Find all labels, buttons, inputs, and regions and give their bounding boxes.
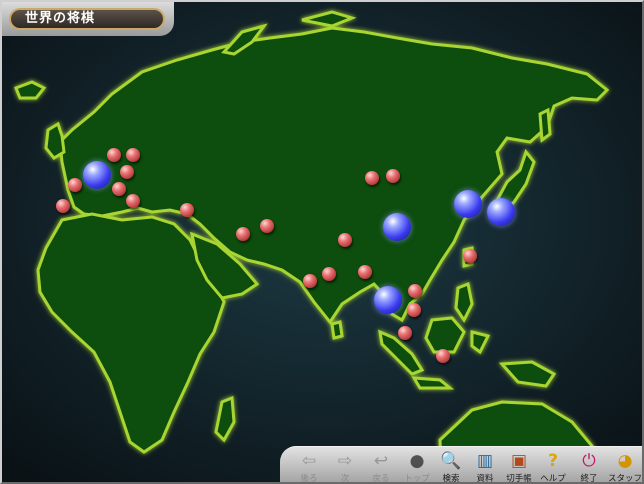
return-button[interactable]: ↩ 戻る [366, 450, 396, 482]
city-marker[interactable] [463, 249, 477, 263]
sakhalin-island [538, 107, 552, 143]
city-marker[interactable] [365, 171, 379, 185]
documents-button[interactable]: ▥ 資料 [470, 450, 500, 482]
forward-arrow-icon: ⇨ [337, 451, 353, 471]
city-marker[interactable] [112, 182, 126, 196]
quit-label: 終了 [580, 474, 598, 484]
staff-label: スタッフ [607, 474, 642, 484]
city-marker[interactable] [338, 233, 352, 247]
city-marker-major[interactable] [454, 190, 482, 218]
back-arrow-icon: ⇦ [301, 451, 317, 471]
magnifier-icon: 🔍 [440, 451, 462, 471]
city-marker[interactable] [407, 303, 421, 317]
help-label: ヘルプ [540, 474, 566, 484]
title-tab: 世界の将棋 [2, 2, 174, 36]
top-button[interactable]: ● トップ [402, 450, 432, 482]
city-marker[interactable] [56, 199, 70, 213]
question-icon: ? [548, 451, 558, 471]
back-label: 後ろ [300, 474, 318, 484]
city-marker[interactable] [398, 326, 412, 340]
city-marker[interactable] [126, 194, 140, 208]
city-marker-major[interactable] [383, 213, 411, 241]
documents-label: 資料 [476, 474, 494, 484]
stamp-book-label: 切手帳 [506, 474, 532, 484]
return-label: 戻る [372, 474, 390, 484]
window-title: 世界の将棋 [9, 8, 165, 30]
city-marker-major[interactable] [83, 161, 111, 189]
staff-button[interactable]: ◕ スタッフ [608, 450, 642, 482]
return-arrow-icon: ↩ [373, 451, 389, 471]
staff-icon: ◕ [617, 451, 633, 471]
forward-label: 次 [340, 474, 350, 484]
back-button[interactable]: ⇦ 後ろ [294, 450, 324, 482]
search-label: 検索 [442, 474, 460, 484]
city-marker[interactable] [260, 219, 274, 233]
srilanka-island [330, 320, 344, 340]
stamp-book-button[interactable]: ▣ 切手帳 [504, 450, 534, 482]
world-map [2, 2, 642, 482]
city-marker[interactable] [236, 227, 250, 241]
city-marker[interactable] [126, 148, 140, 162]
city-marker[interactable] [386, 169, 400, 183]
city-marker[interactable] [322, 267, 336, 281]
quit-button[interactable]: ⏻ 終了 [574, 450, 604, 482]
city-marker[interactable] [107, 148, 121, 162]
navigation-toolbar: ⇦ 後ろ ⇨ 次 ↩ 戻る ● トップ 🔍 検索 ▥ 資料 ▣ 切手帳 ? ヘル… [280, 446, 642, 482]
search-button[interactable]: 🔍 検索 [436, 450, 466, 482]
top-ball-icon: ● [409, 451, 425, 471]
city-marker-major[interactable] [487, 198, 515, 226]
city-marker[interactable] [120, 165, 134, 179]
forward-button[interactable]: ⇨ 次 [330, 450, 360, 482]
help-button[interactable]: ? ヘルプ [538, 450, 568, 482]
books-icon: ▥ [476, 451, 494, 471]
app-window: 世界の将棋 ⇦ 後ろ ⇨ 次 ↩ 戻る ● トップ 🔍 検索 ▥ 資料 ▣ 切手… [0, 0, 644, 484]
city-marker[interactable] [358, 265, 372, 279]
city-marker[interactable] [436, 349, 450, 363]
top-label: トップ [404, 474, 430, 484]
city-marker[interactable] [408, 284, 422, 298]
stamp-icon: ▣ [510, 451, 528, 471]
city-marker[interactable] [180, 203, 194, 217]
power-icon: ⏻ [582, 451, 596, 471]
city-marker[interactable] [303, 274, 317, 288]
city-marker-major[interactable] [374, 286, 402, 314]
city-marker[interactable] [68, 178, 82, 192]
